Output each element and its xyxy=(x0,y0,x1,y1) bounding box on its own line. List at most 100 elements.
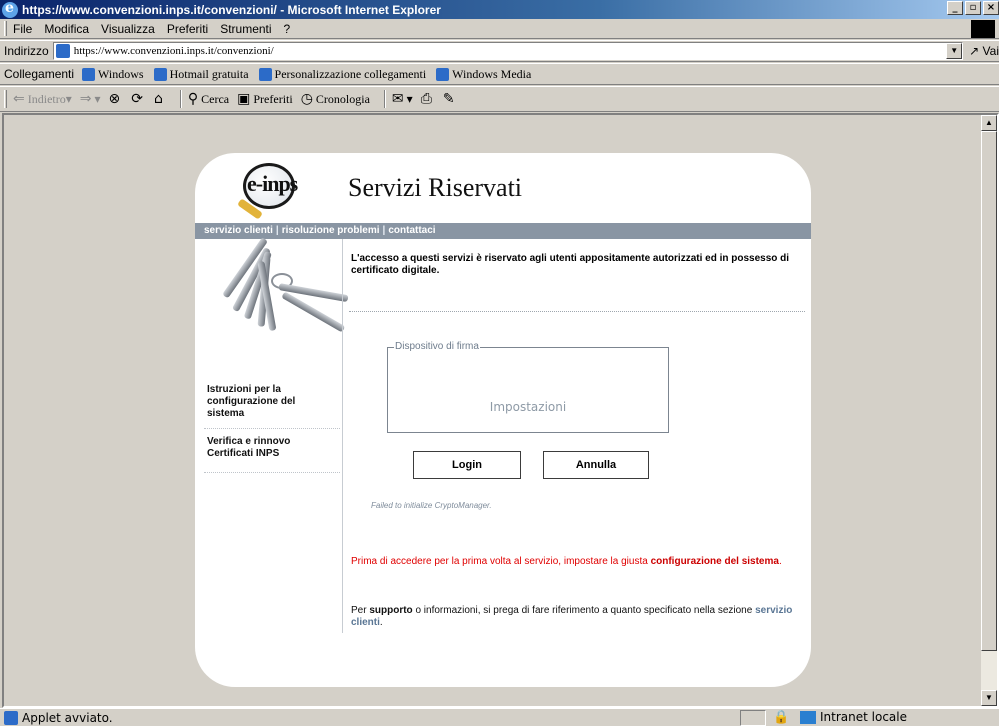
nav-separator: | xyxy=(382,225,386,236)
support-text-mid: o informazioni, si prega di fare riferim… xyxy=(412,605,756,616)
configuration-link[interactable]: configurazione del sistema xyxy=(651,556,779,567)
menu-strumenti[interactable]: Strumenti xyxy=(220,22,271,36)
browser-window: https://www.convenzioni.inps.it/convenzi… xyxy=(0,0,999,726)
history-button[interactable]: ◷ Cronologia xyxy=(301,91,370,107)
warning-end: . xyxy=(778,556,782,567)
intranet-icon xyxy=(800,710,816,724)
link-windows[interactable]: Windows xyxy=(82,67,144,82)
status-bar: Applet avviato. 🔒 Intranet locale xyxy=(0,708,999,726)
refresh-button[interactable]: ⟳ xyxy=(131,91,146,107)
column-divider xyxy=(342,239,343,633)
menu-visualizza[interactable]: Visualizza xyxy=(101,22,155,36)
support-text-start: Per xyxy=(351,605,370,616)
toolbar-separator xyxy=(383,90,386,108)
history-label: Cronologia xyxy=(315,91,370,106)
scroll-thumb[interactable] xyxy=(981,131,997,651)
menu-help[interactable]: ? xyxy=(284,22,291,36)
nav-risoluzione-problemi[interactable]: risoluzione problemi xyxy=(282,225,380,236)
link-label: Windows xyxy=(98,66,144,81)
zone-label: Intranet locale xyxy=(820,710,907,724)
signing-device-legend: Dispositivo di firma xyxy=(394,341,480,352)
toolbar-grip[interactable] xyxy=(4,90,7,108)
link-istruzioni-configurazione[interactable]: Istruzioni per la configurazione del sis… xyxy=(207,384,322,420)
links-bar: Collegamenti Windows Hotmail gratuita Pe… xyxy=(0,63,999,85)
back-arrow-icon: ⇐ xyxy=(13,91,25,107)
links-label: Collegamenti xyxy=(4,67,75,81)
link-hotmail[interactable]: Hotmail gratuita xyxy=(153,66,249,82)
link-personalizzazione[interactable]: Personalizzazione collegamenti xyxy=(258,66,427,82)
link-label: Personalizzazione collegamenti xyxy=(274,66,427,81)
e-inps-logo: e-inps xyxy=(233,161,301,225)
mail-icon: ✉ xyxy=(391,91,404,107)
mail-button[interactable]: ✉ ▾ xyxy=(392,91,413,107)
back-label: Indietro xyxy=(27,91,66,106)
security-zone: Intranet locale xyxy=(800,710,907,724)
restore-button[interactable]: ▫ xyxy=(965,1,981,15)
stop-button[interactable]: ⊗ xyxy=(109,91,124,107)
nav-servizio-clienti[interactable]: servizio clienti xyxy=(204,225,273,236)
link-windows-media[interactable]: Windows Media xyxy=(436,67,531,82)
menu-preferiti[interactable]: Preferiti xyxy=(167,22,208,36)
home-icon: ⌂ xyxy=(154,91,163,107)
support-text-end: . xyxy=(379,617,383,628)
link-label: Hotmail gratuita xyxy=(169,66,249,81)
address-input[interactable]: https://www.convenzioni.inps.it/convenzi… xyxy=(52,42,964,60)
favorites-label: Preferiti xyxy=(253,91,293,106)
menu-grip[interactable] xyxy=(4,21,7,36)
address-dropdown-icon[interactable]: ▼ xyxy=(946,43,963,59)
print-button[interactable]: ⎙ xyxy=(421,91,435,107)
link-verifica-certificati[interactable]: Verifica e rinnovo Certificati INPS xyxy=(207,436,322,460)
minimize-button[interactable]: _ xyxy=(947,1,963,15)
side-divider xyxy=(204,472,340,473)
keys-image xyxy=(207,237,349,359)
link-page-icon xyxy=(258,67,272,81)
back-button[interactable]: ⇐ Indietro ▾ xyxy=(13,91,72,107)
page-status-icon xyxy=(4,710,18,725)
login-button[interactable]: Login xyxy=(413,451,521,479)
windows-logo-icon xyxy=(971,20,995,38)
stop-icon: ⊗ xyxy=(108,91,121,107)
internet-explorer-icon xyxy=(2,0,18,18)
link-page-icon xyxy=(153,67,167,81)
logo-text: e-inps xyxy=(247,171,298,196)
address-url[interactable]: https://www.convenzioni.inps.it/convenzi… xyxy=(74,45,274,57)
link-page-icon xyxy=(82,67,96,81)
title-bar[interactable]: https://www.convenzioni.inps.it/convenzi… xyxy=(0,0,999,19)
nav-separator: | xyxy=(275,225,279,236)
page-icon xyxy=(55,44,70,58)
warning-text: Prima di accedere per la prima volta al … xyxy=(351,556,651,567)
left-column: Istruzioni per la configurazione del sis… xyxy=(195,237,349,687)
page-title: Servizi Riservati xyxy=(348,173,523,202)
window-controls: _ ▫ × xyxy=(947,1,999,15)
scroll-down-icon[interactable]: ▼ xyxy=(981,690,997,706)
favorites-button[interactable]: ▣ Preferiti xyxy=(237,91,293,107)
edit-icon: ✎ xyxy=(442,91,455,107)
close-button[interactable]: × xyxy=(983,1,999,15)
address-label: Indirizzo xyxy=(4,44,49,58)
login-card: e-inps Servizi Riservati servizio client… xyxy=(195,153,811,687)
search-label: Cerca xyxy=(201,91,230,106)
search-button[interactable]: ⚲ Cerca xyxy=(188,91,229,107)
error-message: Failed to initialize CryptoManager. xyxy=(371,501,492,510)
favorites-icon: ▣ xyxy=(237,91,251,107)
top-navigation: servizio clienti | risoluzione problemi | co… xyxy=(195,223,811,239)
forward-arrow-icon: ⇒ xyxy=(79,91,92,107)
menu-modifica[interactable]: Modifica xyxy=(44,22,89,36)
edit-button[interactable]: ✎ xyxy=(443,91,458,107)
side-divider xyxy=(204,428,340,429)
history-icon: ◷ xyxy=(300,91,313,107)
scroll-up-icon[interactable]: ▲ xyxy=(981,115,997,131)
go-button[interactable]: ↗ Vai xyxy=(969,44,999,58)
settings-button[interactable]: Impostazioni xyxy=(388,400,668,414)
status-panel xyxy=(740,710,766,726)
link-page-icon xyxy=(436,67,450,81)
home-button[interactable]: ⌂ xyxy=(154,91,166,107)
forward-button[interactable]: ⇒ ▾ xyxy=(80,91,101,107)
cancel-button[interactable]: Annulla xyxy=(543,451,649,479)
refresh-icon: ⟳ xyxy=(131,91,143,107)
menu-bar: File Modifica Visualizza Preferiti Strum… xyxy=(0,19,999,39)
toolbar-separator xyxy=(179,90,182,108)
menu-file[interactable]: File xyxy=(13,22,32,36)
vertical-scrollbar[interactable]: ▲ ▼ xyxy=(981,115,997,706)
nav-contattaci[interactable]: contattaci xyxy=(388,225,435,236)
